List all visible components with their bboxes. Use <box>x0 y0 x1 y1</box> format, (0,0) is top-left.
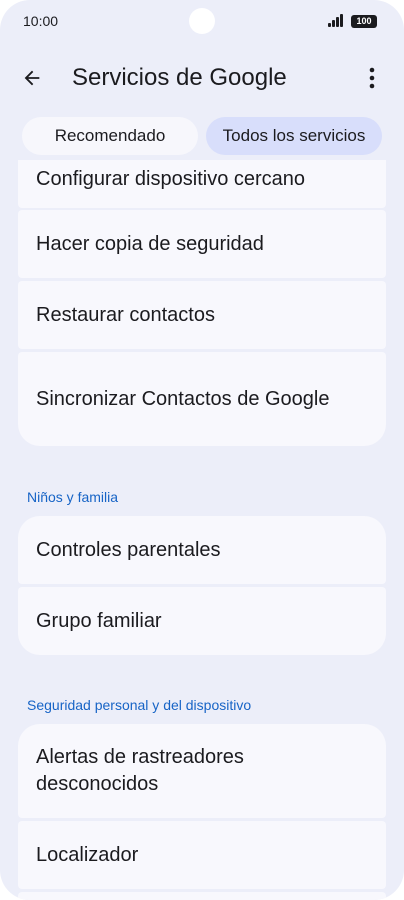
list-item-configurar-dispositivo-cercano[interactable]: Configurar dispositivo cercano <box>18 160 386 208</box>
tab-todos-los-servicios[interactable]: Todos los servicios <box>206 117 382 155</box>
list-item-label: Grupo familiar <box>36 609 162 632</box>
camera-cutout <box>189 8 215 34</box>
list-item-label: Alertas de rastreadores desconocidos <box>36 746 244 795</box>
list-item-label: Restaurar contactos <box>36 303 215 326</box>
list-item-sincronizar-contactos[interactable]: Sincronizar Contactos de Google <box>18 352 386 446</box>
more-vert-icon <box>369 67 375 89</box>
status-bar: 10:00 100 <box>0 0 404 46</box>
section-header-ninos-familia: Niños y familia <box>27 489 119 505</box>
battery-icon: 100 <box>351 15 377 28</box>
filter-tabs: Recomendado Todos los servicios <box>0 110 404 160</box>
page-title: Servicios de Google <box>72 64 287 91</box>
list-item-label: Controles parentales <box>36 538 221 561</box>
list-item-next-partial[interactable] <box>18 892 386 900</box>
app-bar: Servicios de Google <box>0 46 404 110</box>
signal-icon <box>328 14 346 27</box>
list-item-label: Localizador <box>36 843 139 866</box>
more-options-button[interactable] <box>356 60 388 96</box>
list-item-localizador[interactable]: Localizador <box>18 821 386 889</box>
list-item-restaurar-contactos[interactable]: Restaurar contactos <box>18 281 386 349</box>
list-item-label: Sincronizar Contactos de Google <box>36 387 330 410</box>
list-item-label: Configurar dispositivo cercano <box>36 167 306 190</box>
list-item-hacer-copia-de-seguridad[interactable]: Hacer copia de seguridad <box>18 210 386 278</box>
tab-recomendado[interactable]: Recomendado <box>22 117 198 155</box>
section-header-seguridad: Seguridad personal y del dispositivo <box>27 697 252 713</box>
status-time: 10:00 <box>23 13 59 29</box>
list-item-alertas-rastreadores[interactable]: Alertas de rastreadores desconocidos <box>18 724 386 818</box>
services-list[interactable]: Configurar dispositivo cercano Hacer cop… <box>0 160 404 900</box>
list-item-label: Hacer copia de seguridad <box>36 232 264 255</box>
list-item-controles-parentales[interactable]: Controles parentales <box>18 516 386 584</box>
phone-screen: 10:00 100 Servicios de Google Recomendad… <box>0 0 404 900</box>
back-button[interactable] <box>14 60 50 96</box>
list-item-grupo-familiar[interactable]: Grupo familiar <box>18 587 386 655</box>
arrow-left-icon <box>24 70 40 86</box>
